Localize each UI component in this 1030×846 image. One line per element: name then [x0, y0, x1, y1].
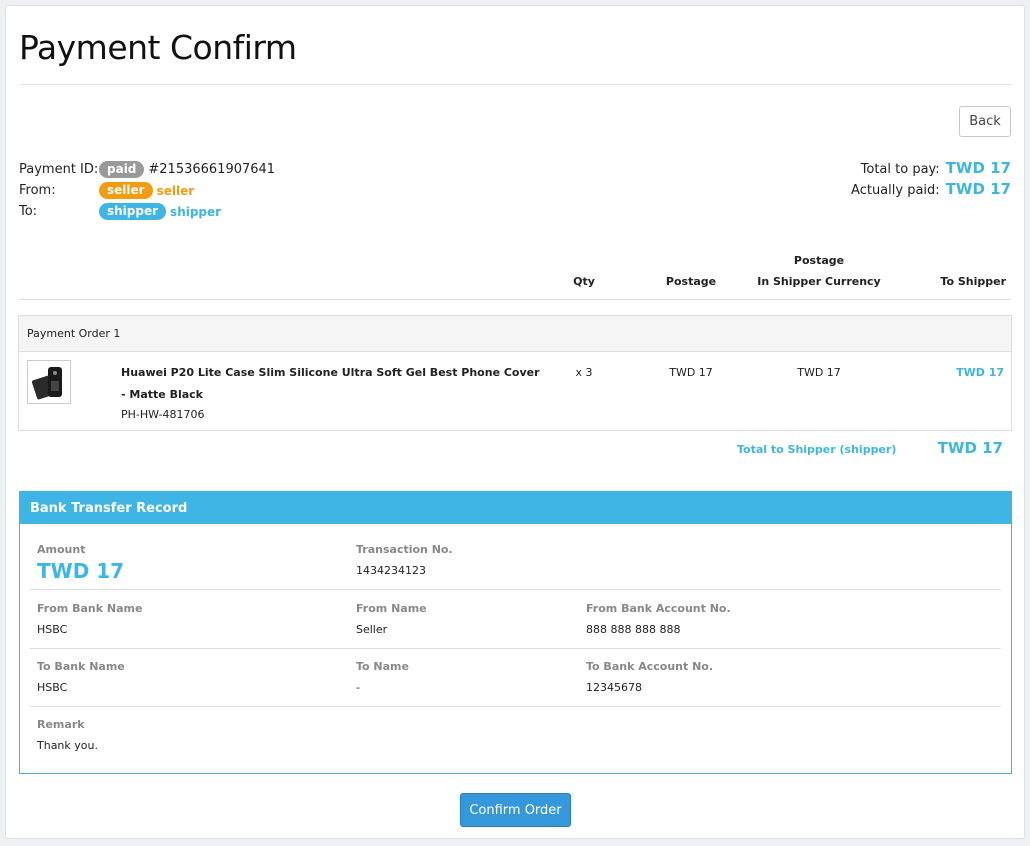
item-qty: x 3 — [575, 366, 593, 379]
remark-value: Thank you. — [37, 739, 98, 752]
from-row: From: seller seller — [19, 180, 275, 201]
to-account-label: To Bank Account No. — [586, 660, 714, 673]
to-label: To: — [19, 204, 38, 219]
phone-case-image-icon — [28, 361, 70, 403]
to-bank-value: HSBC — [37, 681, 68, 694]
transaction-label: Transaction No. — [356, 543, 453, 556]
bank-divider — [30, 648, 1001, 649]
from-bank-field: From Bank Name HSBC — [37, 601, 142, 637]
total-to-shipper-label: Total to Shipper (shipper) — [737, 443, 897, 456]
from-label: From: — [19, 183, 56, 198]
title-divider — [19, 84, 1011, 85]
item-postage-shipper-currency: TWD 17 — [797, 366, 841, 379]
to-account-value: 12345678 — [586, 681, 642, 694]
page-title: Payment Confirm — [19, 28, 297, 67]
total-to-pay-value: TWD 17 — [945, 159, 1011, 177]
to-row: To: shipper shipper — [19, 201, 275, 222]
to-bank-field: To Bank Name HSBC — [37, 659, 125, 695]
table-header-divider — [19, 299, 1011, 300]
payment-order-title: Payment Order 1 — [19, 316, 1011, 352]
col-header-postage: Postage — [665, 275, 717, 288]
total-to-pay-label: Total to pay: — [860, 162, 940, 177]
product-name: Huawei P20 Lite Case Slim Silicone Ultra… — [121, 366, 540, 401]
amount-field: Amount TWD 17 — [37, 542, 124, 583]
bank-divider — [30, 589, 1001, 590]
to-name-label: To Name — [356, 660, 409, 673]
to-name: shipper — [170, 204, 222, 219]
bank-transfer-title: Bank Transfer Record — [20, 492, 1011, 524]
payment-totals: Total to pay: TWD 17 Actually paid: TWD … — [851, 159, 1011, 201]
col-header-to-shipper: To Shipper — [940, 275, 1006, 288]
to-name-field: To Name - — [356, 659, 409, 695]
to-badge: shipper — [99, 203, 167, 220]
bank-divider — [30, 706, 1001, 707]
from-account-field: From Bank Account No. 888 888 888 888 — [586, 601, 731, 637]
item-postage: TWD 17 — [669, 366, 713, 379]
from-bank-value: HSBC — [37, 623, 68, 636]
from-name-value: Seller — [356, 623, 388, 636]
from-badge: seller — [99, 182, 153, 199]
payment-confirm-card: Payment Confirm Back Payment ID: paid #2… — [5, 5, 1025, 839]
transaction-field: Transaction No. 1434234123 — [356, 542, 453, 578]
col-header-postage-shipper-line1: Postage — [793, 254, 845, 267]
product-sku: PH-HW-481706 — [121, 408, 205, 421]
payment-id-value: #21536661907641 — [148, 162, 276, 177]
total-to-shipper-value: TWD 17 — [937, 439, 1003, 457]
total-to-pay-row: Total to pay: TWD 17 — [851, 159, 1011, 180]
confirm-order-button[interactable]: Confirm Order — [460, 793, 571, 827]
actually-paid-label: Actually paid: — [851, 183, 940, 198]
actually-paid-row: Actually paid: TWD 17 — [851, 180, 1011, 201]
payment-order: Payment Order 1 Huawei P20 Lite Case Sli… — [18, 315, 1012, 431]
from-account-label: From Bank Account No. — [586, 602, 731, 615]
to-name-value: - — [356, 681, 360, 694]
amount-label: Amount — [37, 543, 86, 556]
product-thumbnail[interactable] — [27, 360, 71, 404]
to-bank-label: To Bank Name — [37, 660, 125, 673]
remark-label: Remark — [37, 718, 85, 731]
amount-value: TWD 17 — [37, 559, 125, 583]
from-name-field: From Name Seller — [356, 601, 427, 637]
to-account-field: To Bank Account No. 12345678 — [586, 659, 713, 695]
from-name-label: From Name — [356, 602, 427, 615]
back-button[interactable]: Back — [959, 106, 1011, 137]
remark-field: Remark Thank you. — [37, 717, 98, 753]
item-to-shipper: TWD 17 — [956, 366, 1004, 379]
from-bank-label: From Bank Name — [37, 602, 143, 615]
payment-id-row: Payment ID: paid #21536661907641 — [19, 159, 275, 180]
payment-meta: Payment ID: paid #21536661907641 From: s… — [19, 159, 275, 222]
status-badge: paid — [99, 161, 145, 178]
actually-paid-value: TWD 17 — [945, 180, 1011, 198]
payment-id-label: Payment ID: — [19, 162, 99, 177]
from-account-value: 888 888 888 888 — [586, 623, 681, 636]
col-header-qty: Qty — [573, 275, 595, 288]
from-name: seller — [156, 183, 195, 198]
col-header-postage-shipper-line2: In Shipper Currency — [757, 275, 881, 288]
bank-transfer-record: Bank Transfer Record Amount TWD 17 Trans… — [19, 491, 1012, 774]
transaction-value: 1434234123 — [356, 564, 426, 577]
